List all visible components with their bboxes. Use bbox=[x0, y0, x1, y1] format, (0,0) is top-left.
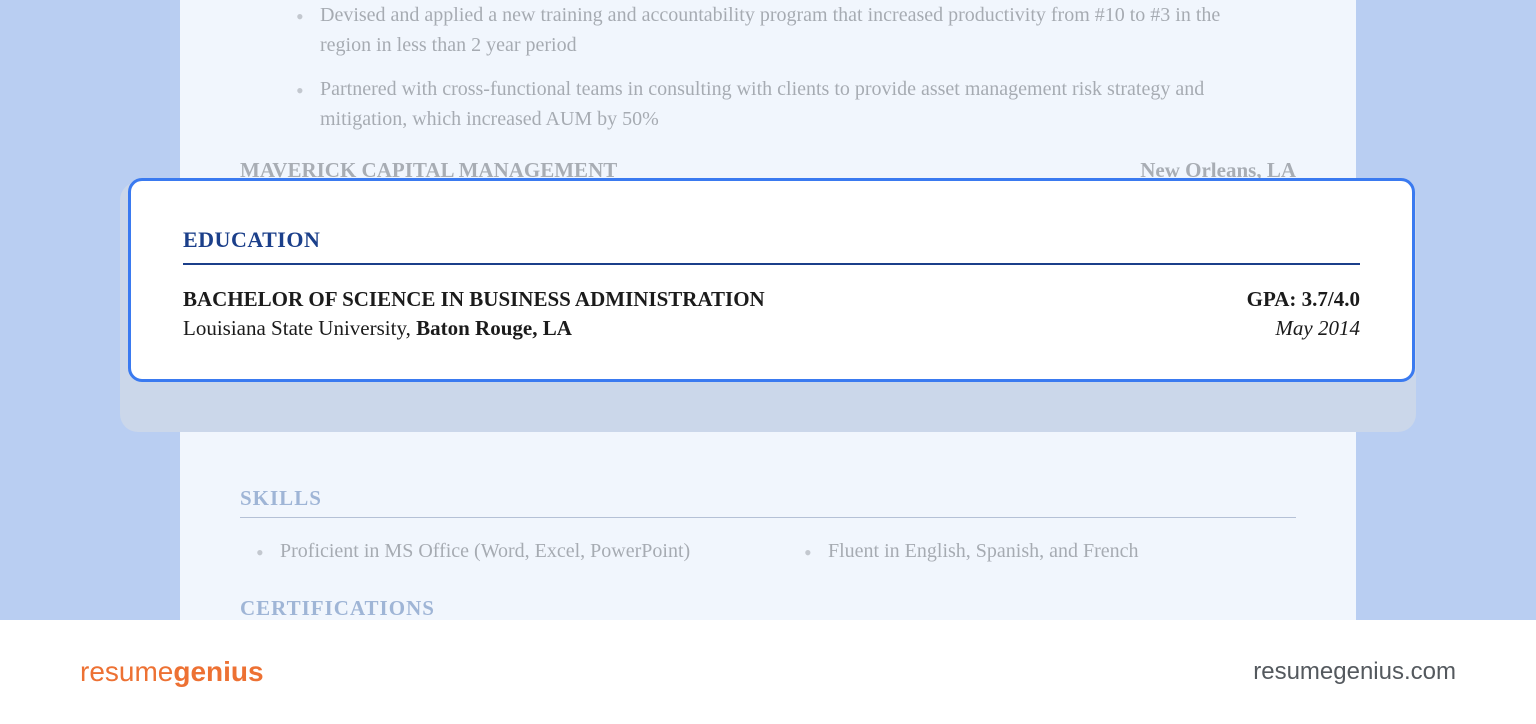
skill-item: Proficient in MS Office (Word, Excel, Po… bbox=[280, 536, 748, 566]
skill-item: Fluent in English, Spanish, and French bbox=[828, 536, 1296, 566]
footer: resumegenius resumegenius.com bbox=[0, 620, 1536, 724]
certifications-section-title: CERTIFICATIONS bbox=[240, 596, 1296, 621]
skills-section-title: SKILLS bbox=[240, 486, 1296, 511]
education-degree-row: BACHELOR OF SCIENCE IN BUSINESS ADMINIST… bbox=[183, 287, 1360, 312]
education-school-row: Louisiana State University, Baton Rouge,… bbox=[183, 316, 1360, 341]
education-gpa: GPA: 3.7/4.0 bbox=[1247, 287, 1360, 312]
education-rule bbox=[183, 263, 1360, 265]
education-date: May 2014 bbox=[1275, 316, 1360, 341]
site-url: resumegenius.com bbox=[1253, 658, 1456, 686]
education-school: Louisiana State University, Baton Rouge,… bbox=[183, 316, 572, 341]
skills-columns: Proficient in MS Office (Word, Excel, Po… bbox=[240, 536, 1296, 566]
skills-rule bbox=[240, 517, 1296, 518]
experience-bullet: Devised and applied a new training and a… bbox=[320, 0, 1296, 60]
experience-bullets: Devised and applied a new training and a… bbox=[240, 0, 1296, 134]
resumegenius-logo: resumegenius bbox=[80, 656, 264, 688]
education-section-title: EDUCATION bbox=[183, 227, 1360, 253]
education-degree: BACHELOR OF SCIENCE IN BUSINESS ADMINIST… bbox=[183, 287, 765, 312]
experience-bullet: Partnered with cross-functional teams in… bbox=[320, 74, 1296, 134]
education-highlight-card: EDUCATION BACHELOR OF SCIENCE IN BUSINES… bbox=[128, 178, 1415, 382]
